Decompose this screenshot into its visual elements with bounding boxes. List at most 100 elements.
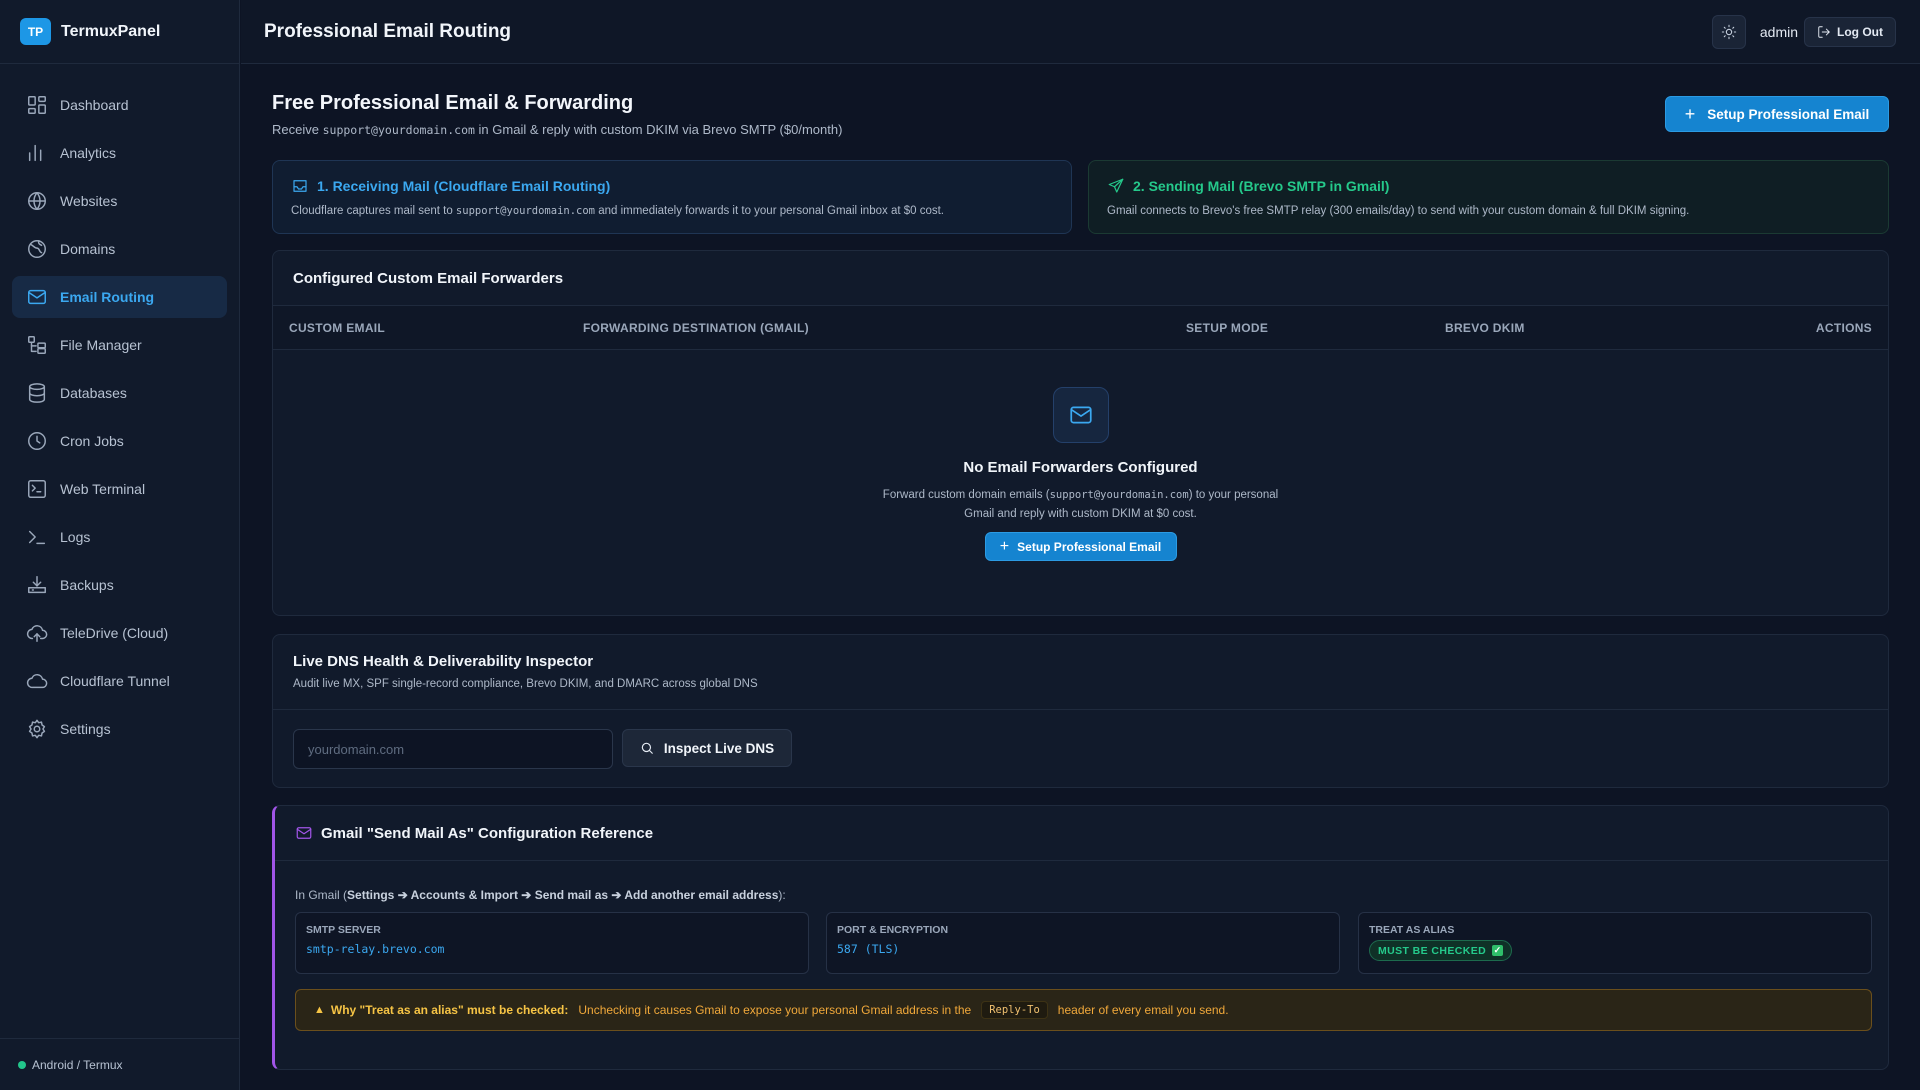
card-title-text: 1. Receiving Mail (Cloudflare Email Rout… bbox=[317, 178, 611, 194]
alias-card: TREAT AS ALIAS MUST BE CHECKED ✓ bbox=[1358, 912, 1872, 974]
sidebar: TP TermuxPanel Dashboard Analytics Websi… bbox=[0, 0, 240, 1090]
empty-setup-email-button[interactable]: + Setup Professional Email bbox=[984, 532, 1177, 561]
config-value[interactable]: smtp-relay.brevo.com bbox=[306, 942, 798, 956]
sidebar-item-domains[interactable]: Domains bbox=[12, 228, 227, 270]
card-title-text: 2. Sending Mail (Brevo SMTP in Gmail) bbox=[1133, 178, 1390, 194]
warning-icon: ▲ bbox=[314, 1004, 325, 1016]
analytics-icon bbox=[28, 144, 42, 162]
database-icon bbox=[28, 383, 46, 403]
sidebar-item-email-routing[interactable]: Email Routing bbox=[12, 276, 227, 318]
sidebar-item-label: Cron Jobs bbox=[60, 433, 124, 449]
domains-icon bbox=[28, 240, 46, 258]
sidebar-item-label: Cloudflare Tunnel bbox=[60, 673, 170, 689]
sidebar-item-web-terminal[interactable]: Web Terminal bbox=[12, 468, 227, 510]
setup-professional-email-button[interactable]: + Setup Professional Email bbox=[1665, 96, 1889, 132]
status-dot bbox=[18, 1060, 26, 1069]
card-title: 1. Receiving Mail (Cloudflare Email Rout… bbox=[291, 177, 1053, 195]
panel-header: Live DNS Health & Deliverability Inspect… bbox=[273, 635, 1888, 710]
plus-icon: + bbox=[1684, 104, 1696, 124]
cloud-upload-icon bbox=[26, 625, 48, 642]
column-header: CUSTOM EMAIL bbox=[289, 321, 386, 335]
intro-text: ): bbox=[778, 888, 786, 902]
panel-title: Gmail "Send Mail As" Configuration Refer… bbox=[321, 824, 654, 842]
card-text-part: and immediately forwards it to your pers… bbox=[598, 205, 945, 217]
search-icon bbox=[641, 742, 653, 754]
topbar: Professional Email Routing admin Log Out bbox=[241, 0, 1920, 64]
globe-icon bbox=[28, 192, 46, 210]
backup-icon bbox=[28, 576, 46, 594]
sidebar-item-label: Websites bbox=[60, 193, 118, 209]
button-label: Setup Professional Email bbox=[1017, 539, 1162, 554]
sidebar-item-cron-jobs[interactable]: Cron Jobs bbox=[12, 420, 227, 462]
subtitle-text: Receive bbox=[272, 122, 319, 137]
status-badge: MUST BE CHECKED ✓ bbox=[1369, 940, 1513, 961]
section-title: Free Professional Email & Forwarding bbox=[272, 92, 634, 114]
domain-input[interactable] bbox=[293, 729, 613, 769]
sidebar-item-logs[interactable]: Logs bbox=[12, 516, 227, 558]
sidebar-item-label: Dashboard bbox=[60, 97, 129, 113]
warning-code: Reply-To bbox=[981, 1001, 1048, 1019]
empty-state: No Email Forwarders Configured Forward c… bbox=[273, 387, 1888, 561]
sidebar-item-label: Settings bbox=[60, 721, 111, 737]
sidebar-item-dashboard[interactable]: Dashboard bbox=[12, 84, 227, 126]
card-text: Cloudflare captures mail sent to support… bbox=[291, 205, 1053, 217]
sidebar-item-label: Databases bbox=[60, 385, 127, 401]
config-label: SMTP SERVER bbox=[306, 924, 381, 936]
alias-warning: ▲ Why "Treat as an alias" must be checke… bbox=[295, 989, 1872, 1031]
sidebar-item-cloudflare-tunnel[interactable]: Cloudflare Tunnel bbox=[12, 660, 227, 702]
empty-state-title: No Email Forwarders Configured bbox=[963, 459, 1198, 476]
gmail-config-panel: Gmail "Send Mail As" Configuration Refer… bbox=[272, 805, 1889, 1070]
empty-text-code: support@yourdomain.com bbox=[1049, 489, 1189, 501]
table-header: CUSTOM EMAIL FORWARDING DESTINATION (GMA… bbox=[273, 306, 1888, 350]
config-value[interactable]: 587 (TLS) bbox=[837, 942, 1329, 956]
sidebar-item-analytics[interactable]: Analytics bbox=[12, 132, 227, 174]
panel-header: Gmail "Send Mail As" Configuration Refer… bbox=[275, 806, 1888, 861]
logs-icon bbox=[28, 530, 46, 545]
sidebar-item-file-manager[interactable]: File Manager bbox=[12, 324, 227, 366]
card-text: Gmail connects to Brevo's free SMTP rela… bbox=[1107, 205, 1690, 217]
page-title: Professional Email Routing bbox=[264, 20, 512, 42]
clock-icon bbox=[28, 432, 46, 450]
sidebar-item-settings[interactable]: Settings bbox=[12, 708, 227, 750]
sidebar-item-backups[interactable]: Backups bbox=[12, 564, 227, 606]
config-label: TREAT AS ALIAS bbox=[1369, 924, 1455, 936]
sun-icon bbox=[1721, 24, 1737, 39]
smtp-server-card: SMTP SERVER smtp-relay.brevo.com bbox=[295, 912, 809, 974]
intro-text: In Gmail ( bbox=[295, 888, 348, 902]
theme-toggle-button[interactable] bbox=[1711, 14, 1746, 49]
main-content: Free Professional Email & Forwarding Rec… bbox=[272, 64, 1889, 1070]
column-header: BREVO DKIM bbox=[1445, 321, 1525, 335]
plus-icon: + bbox=[999, 537, 1010, 555]
sidebar-item-databases[interactable]: Databases bbox=[12, 372, 227, 414]
sidebar-item-teledrive[interactable]: TeleDrive (Cloud) bbox=[12, 612, 227, 654]
sidebar-nav: Dashboard Analytics Websites Domains Ema… bbox=[0, 64, 239, 750]
email-forwarders-panel: Configured Custom Email Forwarders CUSTO… bbox=[272, 250, 1889, 616]
empty-state-text: Forward custom domain emails (support@yo… bbox=[871, 486, 1291, 524]
button-label: Setup Professional Email bbox=[1707, 106, 1870, 122]
sidebar-item-websites[interactable]: Websites bbox=[12, 180, 227, 222]
file-manager-icon bbox=[28, 336, 46, 354]
section-subtitle: Receive support@yourdomain.com in Gmail … bbox=[272, 122, 842, 137]
sidebar-item-label: Email Routing bbox=[60, 289, 155, 305]
settings-path: Settings ➔ Accounts & Import ➔ Send mail… bbox=[347, 888, 779, 902]
empty-text-part: Forward custom domain emails ( bbox=[882, 489, 1050, 501]
gear-icon bbox=[28, 719, 46, 739]
logout-button[interactable]: Log Out bbox=[1804, 16, 1896, 47]
config-label: PORT & ENCRYPTION bbox=[837, 924, 949, 936]
sidebar-item-label: Analytics bbox=[60, 145, 117, 161]
brand-logo: TP bbox=[20, 18, 51, 45]
check-icon: ✓ bbox=[1492, 945, 1504, 956]
warning-title: Why "Treat as an alias" must be checked: bbox=[330, 1003, 569, 1017]
sidebar-item-label: File Manager bbox=[60, 337, 142, 353]
inspect-dns-button[interactable]: Inspect Live DNS bbox=[622, 729, 792, 767]
mail-icon bbox=[1052, 387, 1109, 443]
warning-text: Unchecking it causes Gmail to expose you… bbox=[578, 1003, 972, 1017]
subtitle-code: support@yourdomain.com bbox=[322, 123, 475, 137]
mail-icon bbox=[28, 289, 46, 305]
card-text-part: Cloudflare captures mail sent to bbox=[291, 205, 453, 217]
panel-subtitle: Audit live MX, SPF single-record complia… bbox=[293, 678, 758, 690]
platform-status: Android / Termux bbox=[0, 1038, 240, 1090]
brand[interactable]: TP TermuxPanel bbox=[0, 0, 239, 64]
sidebar-item-label: Logs bbox=[60, 529, 91, 545]
panel-title: Configured Custom Email Forwarders bbox=[273, 251, 1888, 306]
